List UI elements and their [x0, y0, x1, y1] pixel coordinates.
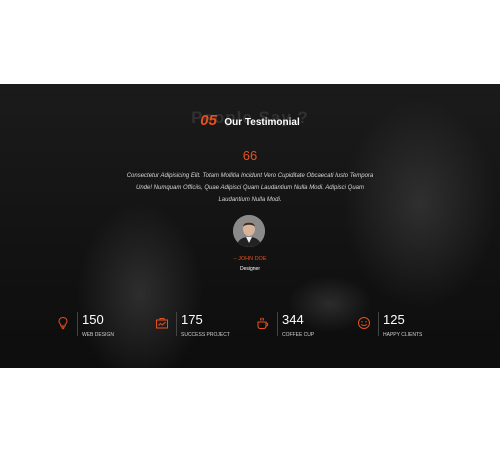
quote-mark: 66 — [242, 148, 258, 163]
section-number: 05 — [200, 112, 217, 129]
stat-divider — [277, 312, 278, 336]
avatar — [233, 215, 265, 247]
stat-divider — [378, 312, 379, 336]
stat-label: SUCCESS PROJECT — [181, 332, 230, 338]
briefcase-icon — [155, 316, 169, 330]
testimonial-quote: Consectetur Adipisicing Elit. Totam Moll… — [118, 170, 382, 206]
coffee-cup-icon — [256, 316, 270, 330]
stat-label: HAPPY CLIENTS — [383, 332, 423, 338]
stat-value: 125 — [383, 312, 405, 327]
stat-divider — [77, 312, 78, 336]
quote-line: Unde! Numquam Officiis, Quae Adipisci Qu… — [136, 185, 364, 191]
stat-label: COFFEE CUP — [282, 332, 315, 338]
stat-value: 175 — [181, 312, 203, 327]
testimonial-section: People Say ? 05 Our Testimonial 66 Conse… — [0, 84, 500, 368]
stat-value: 150 — [82, 312, 104, 327]
lightbulb-icon — [56, 316, 70, 330]
section-title: 05 Our Testimonial — [0, 112, 500, 130]
quote-line: Consectetur Adipisicing Elit. Totam Moll… — [126, 173, 374, 179]
stat-label: WEB DESIGN — [82, 332, 114, 338]
quote-line: Laudantium Nulla Modi. — [218, 197, 282, 203]
stat-value: 344 — [282, 312, 304, 327]
author-name: – JOHN DOE — [233, 256, 267, 262]
avatar-image — [233, 215, 265, 247]
section-heading: Our Testimonial — [224, 117, 300, 128]
stat-divider — [176, 312, 177, 336]
smiley-icon — [357, 316, 371, 330]
author-role: Designer — [239, 266, 260, 272]
